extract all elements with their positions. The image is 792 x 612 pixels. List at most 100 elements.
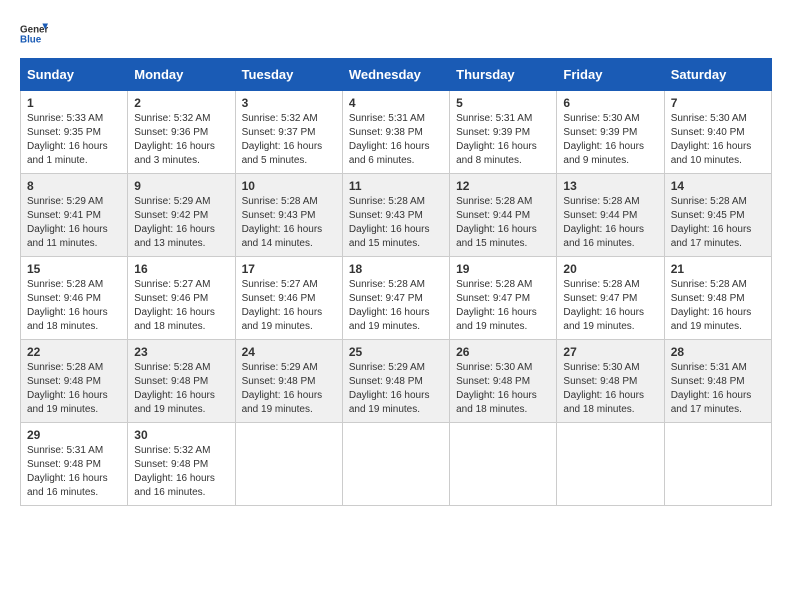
day-info: Sunrise: 5:28 AMSunset: 9:43 PMDaylight:… — [349, 195, 443, 251]
day-info: Sunrise: 5:28 AMSunset: 9:44 PMDaylight:… — [456, 195, 550, 251]
day-info: Sunrise: 5:32 AMSunset: 9:37 PMDaylight:… — [242, 112, 336, 168]
calendar-cell — [664, 423, 771, 506]
day-info: Sunrise: 5:30 AMSunset: 9:39 PMDaylight:… — [563, 112, 657, 168]
day-number: 27 — [563, 345, 657, 359]
calendar-cell: 1 Sunrise: 5:33 AMSunset: 9:35 PMDaylight… — [21, 91, 128, 174]
day-info: Sunrise: 5:30 AMSunset: 9:48 PMDaylight:… — [563, 361, 657, 417]
calendar-cell: 22 Sunrise: 5:28 AMSunset: 9:48 PMDayligh… — [21, 340, 128, 423]
calendar-cell: 13Sunrise: 5:28 AMSunset: 9:44 PMDayligh… — [557, 174, 664, 257]
day-number: 1 — [27, 96, 121, 110]
calendar-header-sunday: Sunday — [21, 59, 128, 91]
day-info: Sunrise: 5:29 AMSunset: 9:41 PMDaylight:… — [27, 195, 121, 251]
logo: General Blue — [20, 20, 48, 48]
calendar-cell — [450, 423, 557, 506]
day-number: 28 — [671, 345, 765, 359]
day-number: 22 — [27, 345, 121, 359]
calendar-body: 1 Sunrise: 5:33 AMSunset: 9:35 PMDaylight… — [21, 91, 772, 506]
day-number: 7 — [671, 96, 765, 110]
day-number: 4 — [349, 96, 443, 110]
day-number: 5 — [456, 96, 550, 110]
day-info: Sunrise: 5:30 AMSunset: 9:40 PMDaylight:… — [671, 112, 765, 168]
day-info: Sunrise: 5:28 AMSunset: 9:45 PMDaylight:… — [671, 195, 765, 251]
day-number: 18 — [349, 262, 443, 276]
day-info: Sunrise: 5:29 AMSunset: 9:48 PMDaylight:… — [349, 361, 443, 417]
day-number: 23 — [134, 345, 228, 359]
calendar-cell: 7 Sunrise: 5:30 AMSunset: 9:40 PMDaylight… — [664, 91, 771, 174]
calendar-cell: 11 Sunrise: 5:28 AMSunset: 9:43 PMDayligh… — [342, 174, 449, 257]
day-number: 12 — [456, 179, 550, 193]
day-info: Sunrise: 5:27 AMSunset: 9:46 PMDaylight:… — [134, 278, 228, 334]
day-info: Sunrise: 5:28 AMSunset: 9:47 PMDaylight:… — [563, 278, 657, 334]
day-info: Sunrise: 5:32 AMSunset: 9:36 PMDaylight:… — [134, 112, 228, 168]
day-number: 3 — [242, 96, 336, 110]
calendar-cell: 24Sunrise: 5:29 AMSunset: 9:48 PMDayligh… — [235, 340, 342, 423]
calendar-cell: 3 Sunrise: 5:32 AMSunset: 9:37 PMDaylight… — [235, 91, 342, 174]
calendar-header-saturday: Saturday — [664, 59, 771, 91]
calendar-cell: 4 Sunrise: 5:31 AMSunset: 9:38 PMDaylight… — [342, 91, 449, 174]
calendar-cell: 17 Sunrise: 5:27 AMSunset: 9:46 PMDayligh… — [235, 257, 342, 340]
calendar-cell: 6 Sunrise: 5:30 AMSunset: 9:39 PMDaylight… — [557, 91, 664, 174]
day-number: 19 — [456, 262, 550, 276]
calendar-cell: 30 Sunrise: 5:32 AMSunset: 9:48 PMDayligh… — [128, 423, 235, 506]
svg-text:Blue: Blue — [20, 34, 42, 45]
calendar-cell: 23Sunrise: 5:28 AMSunset: 9:48 PMDayligh… — [128, 340, 235, 423]
calendar-header-monday: Monday — [128, 59, 235, 91]
day-info: Sunrise: 5:31 AMSunset: 9:38 PMDaylight:… — [349, 112, 443, 168]
calendar-cell — [557, 423, 664, 506]
day-info: Sunrise: 5:28 AMSunset: 9:43 PMDaylight:… — [242, 195, 336, 251]
day-number: 14 — [671, 179, 765, 193]
calendar-week-1: 1 Sunrise: 5:33 AMSunset: 9:35 PMDaylight… — [21, 91, 772, 174]
calendar-cell: 18 Sunrise: 5:28 AMSunset: 9:47 PMDayligh… — [342, 257, 449, 340]
day-info: Sunrise: 5:28 AMSunset: 9:47 PMDaylight:… — [349, 278, 443, 334]
day-info: Sunrise: 5:31 AMSunset: 9:39 PMDaylight:… — [456, 112, 550, 168]
calendar-cell: 14 Sunrise: 5:28 AMSunset: 9:45 PMDayligh… — [664, 174, 771, 257]
calendar-cell: 2Sunrise: 5:32 AMSunset: 9:36 PMDaylight… — [128, 91, 235, 174]
calendar-week-5: 29 Sunrise: 5:31 AMSunset: 9:48 PMDayligh… — [21, 423, 772, 506]
day-number: 21 — [671, 262, 765, 276]
day-info: Sunrise: 5:33 AMSunset: 9:35 PMDaylight:… — [27, 112, 121, 168]
day-info: Sunrise: 5:32 AMSunset: 9:48 PMDaylight:… — [134, 444, 228, 500]
day-info: Sunrise: 5:31 AMSunset: 9:48 PMDaylight:… — [27, 444, 121, 500]
calendar-cell: 5 Sunrise: 5:31 AMSunset: 9:39 PMDaylight… — [450, 91, 557, 174]
page-header: General Blue — [20, 20, 772, 48]
day-number: 15 — [27, 262, 121, 276]
day-number: 17 — [242, 262, 336, 276]
calendar-header-thursday: Thursday — [450, 59, 557, 91]
calendar-cell: 27 Sunrise: 5:30 AMSunset: 9:48 PMDayligh… — [557, 340, 664, 423]
calendar-cell: 20Sunrise: 5:28 AMSunset: 9:47 PMDayligh… — [557, 257, 664, 340]
calendar-header-friday: Friday — [557, 59, 664, 91]
day-number: 16 — [134, 262, 228, 276]
day-info: Sunrise: 5:28 AMSunset: 9:48 PMDaylight:… — [27, 361, 121, 417]
day-number: 9 — [134, 179, 228, 193]
day-number: 26 — [456, 345, 550, 359]
calendar-cell — [235, 423, 342, 506]
day-info: Sunrise: 5:30 AMSunset: 9:48 PMDaylight:… — [456, 361, 550, 417]
day-number: 6 — [563, 96, 657, 110]
calendar-table: SundayMondayTuesdayWednesdayThursdayFrid… — [20, 58, 772, 506]
calendar-cell: 28Sunrise: 5:31 AMSunset: 9:48 PMDayligh… — [664, 340, 771, 423]
day-number: 30 — [134, 428, 228, 442]
calendar-week-4: 22 Sunrise: 5:28 AMSunset: 9:48 PMDayligh… — [21, 340, 772, 423]
day-number: 8 — [27, 179, 121, 193]
calendar-cell: 16 Sunrise: 5:27 AMSunset: 9:46 PMDayligh… — [128, 257, 235, 340]
calendar-cell: 12 Sunrise: 5:28 AMSunset: 9:44 PMDayligh… — [450, 174, 557, 257]
calendar-cell: 25 Sunrise: 5:29 AMSunset: 9:48 PMDayligh… — [342, 340, 449, 423]
calendar-cell: 15 Sunrise: 5:28 AMSunset: 9:46 PMDayligh… — [21, 257, 128, 340]
calendar-cell — [342, 423, 449, 506]
calendar-week-2: 8 Sunrise: 5:29 AMSunset: 9:41 PMDaylight… — [21, 174, 772, 257]
day-number: 10 — [242, 179, 336, 193]
day-number: 13 — [563, 179, 657, 193]
day-info: Sunrise: 5:27 AMSunset: 9:46 PMDaylight:… — [242, 278, 336, 334]
calendar-cell: 8 Sunrise: 5:29 AMSunset: 9:41 PMDaylight… — [21, 174, 128, 257]
calendar-cell: 26 Sunrise: 5:30 AMSunset: 9:48 PMDayligh… — [450, 340, 557, 423]
calendar-cell: 21 Sunrise: 5:28 AMSunset: 9:48 PMDayligh… — [664, 257, 771, 340]
day-number: 24 — [242, 345, 336, 359]
day-info: Sunrise: 5:28 AMSunset: 9:46 PMDaylight:… — [27, 278, 121, 334]
day-info: Sunrise: 5:28 AMSunset: 9:48 PMDaylight:… — [671, 278, 765, 334]
calendar-header-wednesday: Wednesday — [342, 59, 449, 91]
day-info: Sunrise: 5:28 AMSunset: 9:47 PMDaylight:… — [456, 278, 550, 334]
day-number: 29 — [27, 428, 121, 442]
calendar-cell: 9Sunrise: 5:29 AMSunset: 9:42 PMDaylight… — [128, 174, 235, 257]
day-number: 11 — [349, 179, 443, 193]
day-number: 25 — [349, 345, 443, 359]
